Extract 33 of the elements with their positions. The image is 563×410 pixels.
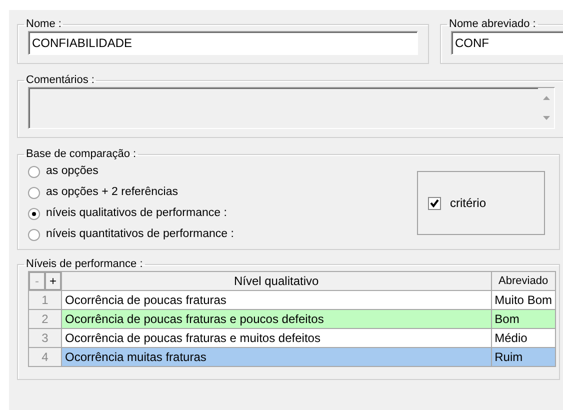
- table-cell[interactable]: Ocorrência de poucas fraturas e muitos defeitos: [62, 328, 492, 348]
- radio-label[interactable]: as opções: [46, 162, 98, 180]
- row-number: 3: [28, 328, 62, 348]
- name-field[interactable]: CONFIABILIDADE: [28, 31, 418, 55]
- checkmark-icon: [429, 198, 440, 208]
- radio-label[interactable]: níveis quantitativos de performance :: [46, 226, 234, 244]
- table-cell[interactable]: Ocorrência de poucas fraturas: [62, 290, 492, 310]
- radio-button[interactable]: [28, 208, 40, 220]
- column-header: Nível qualitativo: [62, 272, 492, 290]
- radio-label[interactable]: níveis qualitativos de performance :: [46, 204, 227, 222]
- radio-label[interactable]: as opções + 2 referências: [46, 184, 178, 202]
- group-label: Nome abreviado :: [448, 18, 537, 31]
- table-cell[interactable]: Muito Bom: [491, 290, 556, 310]
- table-cell[interactable]: Bom: [491, 310, 556, 328]
- radio-button[interactable]: [28, 166, 40, 178]
- table-cell[interactable]: Ruim: [491, 348, 556, 366]
- table-cell[interactable]: Ocorrência de poucas fraturas e poucos defeitos: [62, 310, 492, 328]
- row-number: 2: [28, 310, 62, 328]
- checkbox-label[interactable]: critério: [450, 194, 486, 212]
- table-cell[interactable]: Médio: [491, 328, 556, 348]
- group-label: Base de comparação :: [25, 148, 138, 161]
- radio-button[interactable]: [28, 186, 40, 198]
- column-header: Abreviado: [491, 272, 556, 290]
- add-button[interactable]: +: [45, 272, 61, 290]
- row-number: 4: [28, 348, 62, 366]
- group-label: Nome :: [25, 18, 62, 31]
- radio-button[interactable]: [28, 228, 40, 240]
- row-number: 1: [28, 290, 62, 310]
- short-name-field[interactable]: CONF: [451, 31, 563, 55]
- table-cell[interactable]: Ocorrência muitas fraturas: [62, 348, 492, 366]
- checkbox[interactable]: [428, 196, 441, 210]
- group-label: Comentários :: [25, 74, 96, 87]
- group-label: Níveis de performance :: [25, 258, 144, 271]
